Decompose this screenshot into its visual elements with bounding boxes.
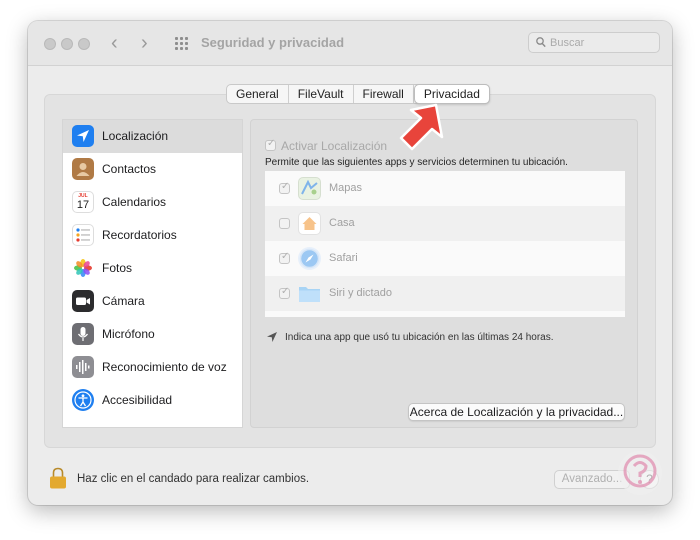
app-checkbox[interactable]	[279, 218, 290, 229]
tab-filevault[interactable]: FileVault	[289, 85, 354, 103]
forward-arrow-icon[interactable]: ›	[141, 31, 148, 55]
location-arrow-icon	[267, 332, 277, 342]
window-title: Seguridad y privacidad	[201, 35, 345, 50]
sidebar-item-label: Calendarios	[102, 195, 167, 209]
sidebar-item-accesibilidad[interactable]: Accesibilidad	[63, 384, 242, 417]
search-field[interactable]	[528, 32, 660, 53]
reminders-icon	[72, 224, 94, 246]
list-item[interactable]: Casa	[265, 206, 625, 241]
sidebar-item-microfono[interactable]: Micrófono	[63, 318, 242, 351]
app-label: Mapas	[329, 182, 363, 194]
search-icon	[536, 37, 546, 48]
privacy-sidebar: Localización Contactos JUL 17 Calendario…	[62, 119, 243, 428]
sidebar-item-label: Fotos	[102, 261, 133, 275]
location-description: Permite que las siguientes apps y servic…	[265, 157, 568, 168]
annotation-arrow-icon	[399, 103, 444, 151]
sidebar-item-calendarios[interactable]: JUL 17 Calendarios	[63, 186, 242, 219]
sidebar-item-label: Accesibilidad	[102, 393, 173, 407]
sidebar-item-label: Cámara	[102, 294, 145, 308]
list-item[interactable]: Siri y dictado	[265, 276, 625, 311]
lock-instruction: Haz clic en el candado para realizar cam…	[77, 473, 310, 485]
close-window-button[interactable]	[44, 38, 56, 50]
sidebar-item-recordatorios[interactable]: Recordatorios	[63, 219, 242, 252]
enable-location-checkbox[interactable]	[265, 138, 276, 151]
sidebar-item-label: Recordatorios	[102, 228, 177, 242]
recent-use-hint: Indica una app que usó tu ubicación en l…	[285, 332, 554, 343]
about-location-privacy-button[interactable]: Acerca de Localización y la privacidad..…	[408, 403, 625, 421]
preferences-window: ‹ › Seguridad y privacidad General FileV…	[28, 21, 672, 505]
list-item[interactable]: Mapas	[265, 171, 625, 206]
app-label: Siri y dictado	[329, 287, 392, 299]
sidebar-item-fotos[interactable]: Fotos	[63, 252, 242, 285]
photos-icon	[72, 257, 94, 279]
maps-icon	[298, 177, 321, 200]
app-checkbox[interactable]	[279, 181, 290, 194]
search-input[interactable]	[550, 34, 655, 51]
app-label: Safari	[329, 252, 358, 264]
list-item[interactable]: Safari	[265, 241, 625, 276]
sidebar-item-label: Localización	[102, 129, 169, 143]
sidebar-item-camara[interactable]: Cámara	[63, 285, 242, 318]
tab-privacidad[interactable]: Privacidad	[413, 84, 490, 104]
tab-bar: General FileVault Firewall Privacidad	[226, 84, 490, 104]
sidebar-item-contactos[interactable]: Contactos	[63, 153, 242, 186]
camera-icon	[72, 290, 94, 312]
sidebar-item-localizacion[interactable]: Localización	[63, 120, 242, 153]
contacts-icon	[72, 158, 94, 180]
sidebar-item-label: Micrófono	[102, 327, 155, 341]
speech-recognition-icon	[72, 356, 94, 378]
calendar-icon: JUL 17	[72, 191, 94, 213]
title-bar: ‹ › Seguridad y privacidad	[28, 21, 672, 66]
app-checkbox[interactable]	[279, 286, 290, 299]
watermark-logo-icon	[618, 451, 662, 495]
location-arrow-icon	[72, 125, 94, 147]
show-all-grid-icon[interactable]	[175, 37, 191, 51]
sidebar-item-reconocimiento-de-voz[interactable]: Reconocimiento de voz	[63, 351, 242, 384]
zoom-window-button[interactable]	[78, 38, 90, 50]
back-arrow-icon[interactable]: ‹	[111, 31, 118, 55]
folder-icon	[298, 282, 321, 305]
app-label: Casa	[329, 217, 355, 229]
app-checkbox[interactable]	[279, 251, 290, 264]
location-app-list: Mapas Casa Safari Si	[265, 171, 625, 317]
microphone-icon	[72, 323, 94, 345]
home-icon	[298, 212, 321, 235]
safari-icon	[298, 247, 321, 270]
enable-location-label: Activar Localización	[281, 139, 388, 153]
accessibility-icon	[72, 389, 94, 411]
minimize-window-button[interactable]	[61, 38, 73, 50]
tab-general[interactable]: General	[227, 85, 289, 103]
lock-icon[interactable]	[49, 467, 67, 489]
sidebar-item-label: Reconocimiento de voz	[102, 360, 227, 374]
sidebar-item-label: Contactos	[102, 162, 157, 176]
location-panel: Activar Localización Permite que las sig…	[250, 119, 638, 428]
tab-firewall[interactable]: Firewall	[354, 85, 414, 103]
